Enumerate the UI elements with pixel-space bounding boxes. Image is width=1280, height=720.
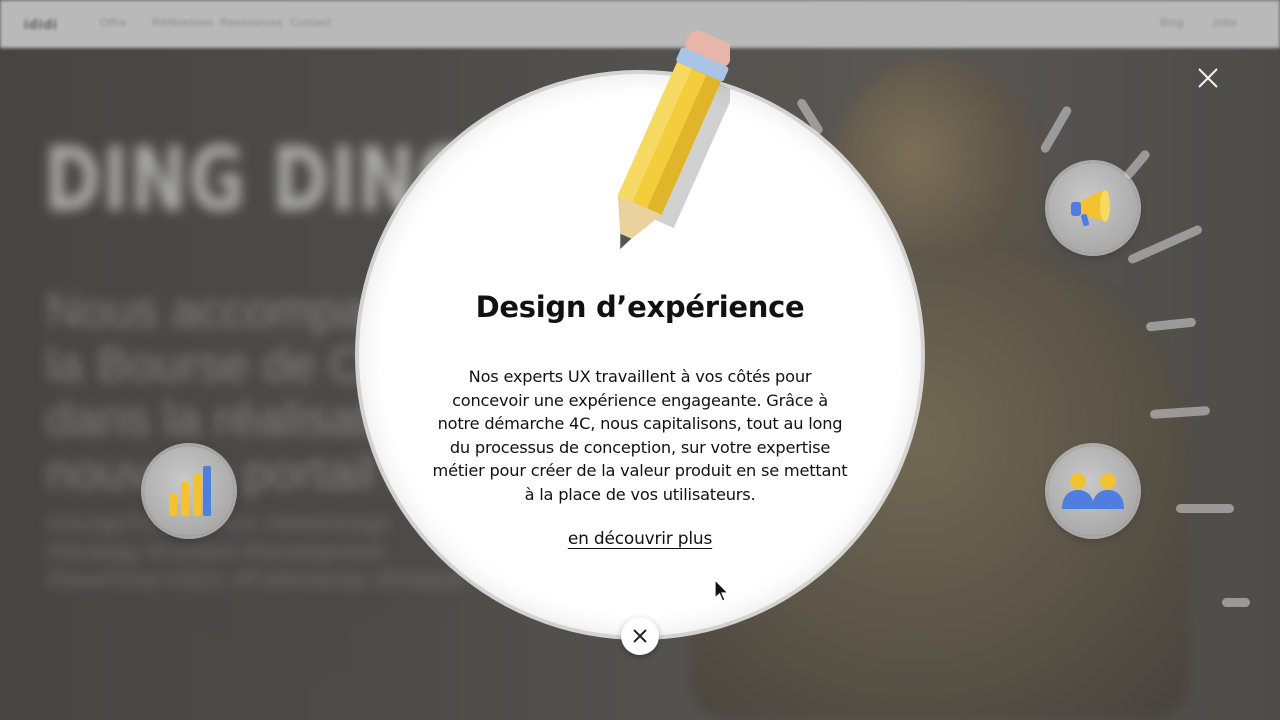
pencil-icon — [617, 30, 730, 249]
bar-chart-icon — [169, 466, 211, 516]
close-modal-button[interactable] — [621, 617, 659, 655]
close-icon — [633, 629, 647, 643]
megaphone-icon — [1071, 190, 1110, 227]
nav-link-blog[interactable]: Blog — [1160, 17, 1184, 29]
modal-body: Nos experts UX travaillent à vos côtés p… — [432, 367, 848, 504]
bubble-communication[interactable] — [1048, 163, 1138, 253]
close-icon — [1198, 68, 1218, 88]
discover-more-link[interactable]: en découvrir plus — [540, 529, 740, 549]
nav-link-references[interactable]: Références — [152, 17, 213, 29]
bubble-analytics[interactable] — [144, 446, 234, 536]
users-icon — [1062, 473, 1124, 509]
bubble-users[interactable] — [1048, 446, 1138, 536]
close-overlay-button[interactable] — [1194, 64, 1222, 92]
nav-link-contact[interactable]: Contact — [290, 17, 331, 29]
nav-logo[interactable]: ididi — [24, 16, 58, 32]
modal-title: Design d’expérience — [475, 290, 805, 324]
mouse-cursor-icon — [714, 579, 730, 602]
nav-link-ressources[interactable]: Ressources — [220, 17, 283, 29]
nav-link-offre[interactable]: Offre — [100, 17, 127, 29]
nav-link-jobs[interactable]: Jobs — [1212, 17, 1237, 29]
